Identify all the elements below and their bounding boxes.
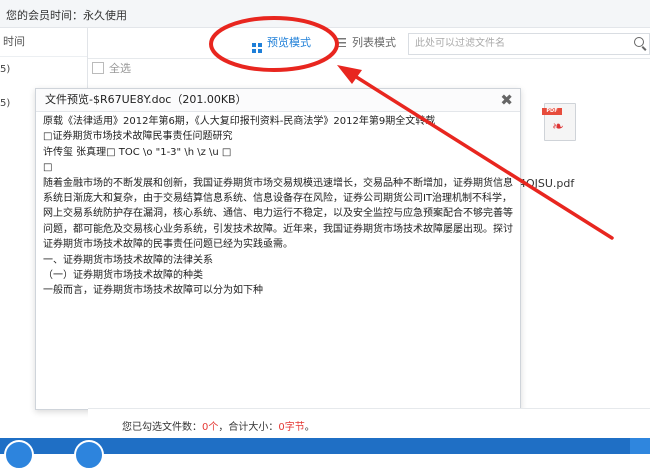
selected-count: 0个 <box>202 422 219 433</box>
status-bar: 您已勾选文件数：0个，合计大小：0字节。 <box>88 408 650 439</box>
left-row-2[interactable]: 5) <box>0 98 10 109</box>
taskbar-button-1[interactable] <box>4 440 34 470</box>
preview-mode-label: 预览模式 <box>267 36 311 49</box>
top-bar: 您的会员时间：永久使用 <box>0 0 650 28</box>
preview-line: （一）证券期货市场技术故障的种类 <box>43 270 203 282</box>
file-name[interactable]: 4OJSU.pdf <box>519 177 574 190</box>
select-all-label: 全选 <box>109 62 131 75</box>
selected-size: 0字节 <box>278 422 305 433</box>
preview-line: 一般而言，证券期货市场技术故障可以分为如下种 <box>43 285 263 297</box>
file-preview-dialog: 文件预览-$R67UE8Y.doc（201.00KB） ✖ 原载《法律适用》20… <box>35 88 521 410</box>
bottom-taskbar <box>0 438 650 470</box>
dialog-title-bar: 文件预览-$R67UE8Y.doc（201.00KB） ✖ <box>36 89 520 112</box>
toolbar: 预览模式 列表模式 <box>88 28 650 59</box>
dialog-title: 文件预览-$R67UE8Y.doc（201.00KB） <box>45 93 247 106</box>
summary-middle: ，合计大小： <box>218 422 279 433</box>
preview-content: 原载《法律适用》2012年第6期，《人大复印报刊资料-民商法学》2012年第9期… <box>39 114 517 406</box>
file-item[interactable]: PDF ❧ 4OJSU.pdf <box>505 100 615 190</box>
selection-summary: 您已勾选文件数：0个，合计大小：0字节。 <box>122 418 315 433</box>
membership-status: 您的会员时间：永久使用 <box>6 9 127 22</box>
preview-mode-button[interactable]: 预览模式 <box>252 33 311 53</box>
list-view-icon <box>336 38 346 47</box>
search-icon[interactable] <box>634 37 644 47</box>
preview-line: □证券期货市场技术故障民事责任问题研究 <box>43 131 233 143</box>
pdf-file-icon[interactable]: PDF ❧ <box>542 103 576 141</box>
summary-suffix: 。 <box>304 422 315 433</box>
preview-line: 原载《法律适用》2012年第6期，《人大复印报刊资料-民商法学》2012年第9期… <box>43 116 436 127</box>
preview-line: □ <box>43 162 53 174</box>
acrobat-icon: ❧ <box>552 119 564 135</box>
time-column-header[interactable]: 时间 <box>0 28 87 57</box>
preview-line: 随着金融市场的不断发展和创新，我国证券期货市场交易规模迅速增长，交易品种不断增加… <box>43 177 513 251</box>
list-mode-label: 列表模式 <box>352 36 396 49</box>
grid-view-icon <box>252 43 262 53</box>
left-row-1[interactable]: 5) <box>0 64 10 75</box>
preview-line: 许传玺 张真理□ TOC \o "1-3" \h \z \u □ <box>43 146 232 158</box>
pdf-type-badge: PDF <box>542 108 562 115</box>
select-all-checkbox[interactable] <box>92 62 104 74</box>
filename-search-box <box>408 33 650 55</box>
taskbar-corner <box>630 438 650 454</box>
filename-search-input[interactable] <box>409 34 621 52</box>
preview-line: 一、证券期货市场技术故障的法律关系 <box>43 254 213 266</box>
taskbar-button-2[interactable] <box>74 440 104 470</box>
list-mode-button[interactable]: 列表模式 <box>336 33 396 53</box>
select-all[interactable]: 全选 <box>92 62 131 76</box>
close-icon[interactable]: ✖ <box>500 89 513 111</box>
summary-prefix: 您已勾选文件数： <box>122 422 202 433</box>
